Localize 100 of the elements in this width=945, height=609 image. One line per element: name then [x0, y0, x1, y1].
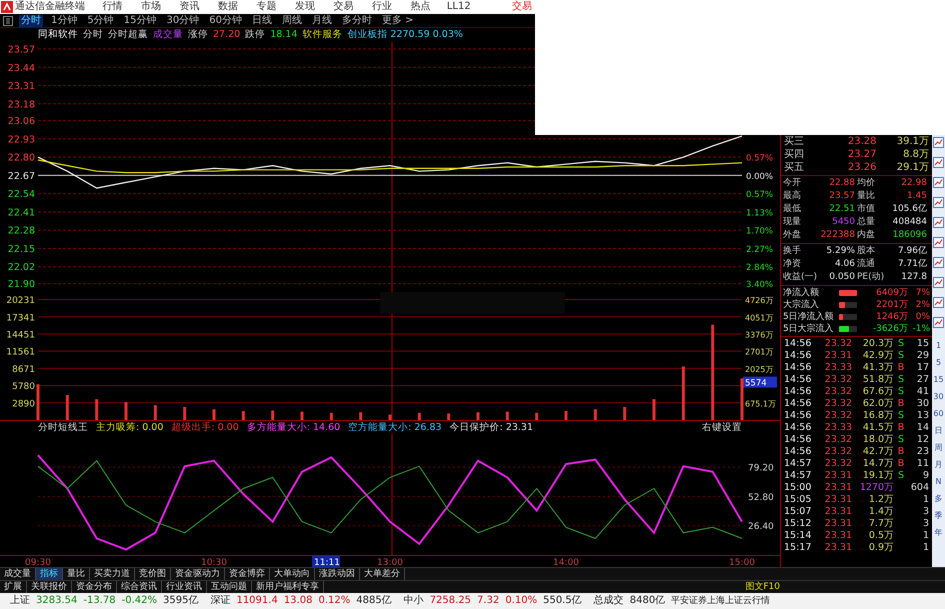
- menu-item[interactable]: 数据: [208, 1, 247, 13]
- menu-item[interactable]: LL12: [440, 1, 478, 13]
- info-text: 同和软件: [38, 29, 78, 41]
- period-tab[interactable]: 月线: [310, 14, 334, 26]
- period-button[interactable]: N: [936, 473, 942, 490]
- volume-bar: [682, 366, 685, 420]
- axis-label: 14451: [6, 330, 35, 340]
- axis-label: 2701万: [745, 348, 774, 357]
- period-button[interactable]: 30: [933, 388, 944, 405]
- info-text: 18.14: [270, 29, 298, 41]
- stat-value: 7.96亿: [896, 245, 928, 258]
- period-tab[interactable]: 30分钟: [164, 14, 202, 26]
- total-value: 8480亿: [630, 594, 666, 608]
- flow-percent: 2%: [914, 299, 930, 311]
- time-label: 13:00: [377, 558, 403, 567]
- period-button[interactable]: 多: [934, 490, 942, 507]
- period-button[interactable]: 1: [936, 337, 942, 354]
- period-tab[interactable]: 5分钟: [85, 14, 116, 26]
- period-button[interactable]: 日: [934, 422, 942, 439]
- stat-label: 外盘: [783, 229, 802, 242]
- axis-label: 0.57%: [746, 190, 774, 200]
- trade-count: 11: [916, 458, 929, 470]
- volume-bar: [594, 409, 597, 420]
- f10-link[interactable]: 图文F10: [745, 581, 780, 593]
- stat-label: 量比: [857, 190, 876, 203]
- stat-value: 7.71亿: [896, 258, 928, 271]
- period-tab[interactable]: 60分钟: [207, 14, 244, 26]
- menu-item[interactable]: 行情: [93, 1, 132, 13]
- stat-value: 408484: [892, 216, 928, 229]
- index-value: 3283.54: [36, 594, 78, 608]
- period-button[interactable]: 月: [934, 456, 942, 473]
- menu-item[interactable]: 热点: [401, 1, 440, 13]
- period-tab[interactable]: 分时: [19, 14, 43, 26]
- info-text: 软件服务: [302, 29, 342, 41]
- period-button[interactable]: 周: [934, 439, 942, 456]
- flow-percent: -1%: [911, 323, 930, 335]
- trade-price: 23.31: [824, 506, 852, 518]
- trade-button[interactable]: 交易: [512, 1, 535, 13]
- period-tab[interactable]: 15分钟: [122, 14, 158, 26]
- trade-volume: 41.5万: [862, 422, 894, 434]
- index-name: 深证: [210, 594, 230, 608]
- period-button[interactable]: 15: [933, 371, 944, 388]
- trade-volume: 14.7万: [862, 458, 894, 470]
- menu-item[interactable]: 交易: [324, 1, 362, 13]
- volume-bar: [154, 405, 157, 420]
- stat-label: 最低: [783, 203, 802, 216]
- stat-label: 均价: [857, 177, 876, 190]
- stat-value: 127.8: [900, 271, 928, 284]
- order-volume: 39.1万: [896, 135, 929, 148]
- period-button[interactable]: 60: [933, 405, 944, 422]
- axis-label: 1.70%: [746, 226, 774, 237]
- trade-volume: 1270万: [858, 482, 894, 494]
- period-button[interactable]: 年: [934, 524, 942, 541]
- period-button[interactable]: 5: [936, 354, 942, 371]
- stat-value: 5.29%: [825, 245, 856, 258]
- trade-count: 23: [916, 446, 929, 458]
- menu-item[interactable]: 专题: [247, 1, 286, 13]
- trade-side: B: [896, 398, 906, 410]
- period-tab[interactable]: 多分时: [340, 14, 374, 26]
- trade-side: S: [896, 434, 906, 446]
- total-label: 总成交: [594, 594, 624, 608]
- menu-item[interactable]: 发现: [286, 1, 324, 13]
- axis-label: 22.67: [8, 170, 35, 182]
- index-change: -13.78: [83, 594, 116, 608]
- trade-side: B: [896, 446, 906, 458]
- panel-icon[interactable]: [3, 16, 13, 26]
- trade-price: 23.32: [824, 458, 852, 470]
- axis-label: 675.1万: [745, 399, 776, 408]
- trade-side: S: [896, 410, 906, 422]
- period-button[interactable]: 季: [934, 507, 942, 524]
- menu-item[interactable]: 市场: [132, 1, 170, 13]
- trade-count: 13: [916, 410, 929, 422]
- stat-label: 股本: [857, 245, 876, 258]
- volume-bar: [623, 406, 626, 420]
- stat-value: 105.6亿: [891, 203, 928, 216]
- time-label: 15:00: [729, 558, 755, 567]
- trade-volume: 18.0万: [862, 434, 894, 446]
- period-tab[interactable]: 更多 >: [380, 14, 416, 26]
- trade-price: 23.31: [824, 518, 852, 530]
- period-tab[interactable]: 周线: [280, 14, 304, 26]
- trade-count: 1: [922, 542, 929, 554]
- app-title: 通达信金融终端: [15, 1, 86, 13]
- volume-bar: [330, 412, 333, 420]
- trade-volume: 16.8万: [862, 410, 894, 422]
- flow-percent: 0%: [914, 311, 930, 323]
- stat-value: 186096: [892, 229, 928, 242]
- trade-price: 23.31: [824, 542, 852, 554]
- stat-value: 22.98: [900, 177, 928, 190]
- chart-icon[interactable]: [933, 137, 944, 148]
- axis-label: 4051万: [745, 313, 774, 322]
- menu-item[interactable]: 行业: [362, 1, 401, 13]
- trade-time: 14:57: [784, 470, 812, 482]
- menu-item[interactable]: 资讯: [170, 1, 208, 13]
- settings-link[interactable]: 右键设置: [702, 422, 742, 432]
- stat-label: 换手: [783, 245, 802, 258]
- period-tab[interactable]: 日线: [250, 14, 274, 26]
- period-tab[interactable]: 1分钟: [49, 14, 80, 26]
- bottom-tab[interactable]: 指标: [36, 568, 63, 580]
- volume-bar: [212, 409, 216, 420]
- order-price: 23.28: [846, 135, 876, 148]
